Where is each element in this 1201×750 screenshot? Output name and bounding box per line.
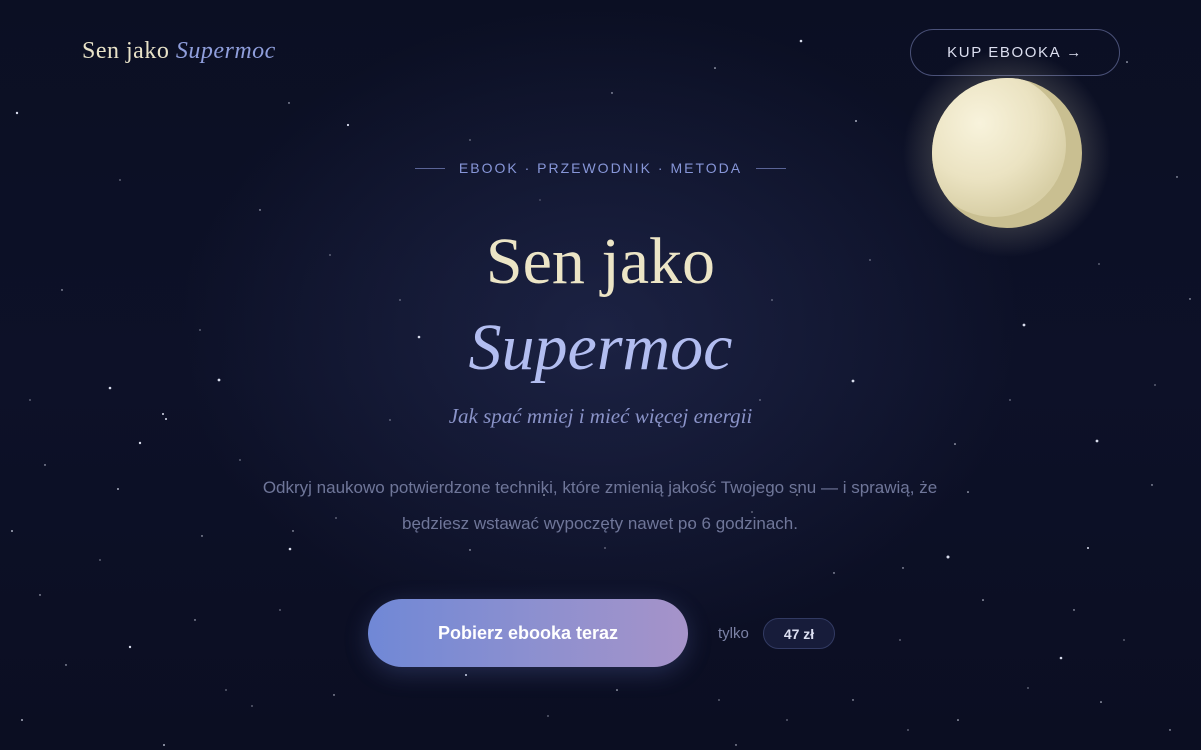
logo-text-main: Sen jako: [82, 38, 170, 64]
hero-description: Odkryj naukowo potwierdzone techniki, kt…: [262, 478, 938, 533]
price-prefix: tylko: [718, 625, 749, 642]
download-ebook-button[interactable]: Pobierz ebooka teraz: [368, 599, 688, 667]
eyebrow-line-left: [414, 167, 445, 169]
eyebrow-text: EBOOK · PRZEWODNIK · METODA: [458, 160, 743, 176]
eyebrow-line-right: [756, 167, 787, 169]
price-badge: 47 zł: [763, 618, 835, 649]
landing-page: Sen jako Supermoc KUP EBOOKA →: [0, 0, 1201, 750]
hero-tagline: Jak spać mniej i mieć więcej energii: [448, 404, 753, 428]
hero-eyebrow: EBOOK · PRZEWODNIK · METODA: [0, 160, 1201, 176]
hero-title-accent: Supermoc: [468, 311, 733, 384]
hero-title-main: Sen jako: [485, 225, 716, 298]
site-logo[interactable]: Sen jako Supermoc: [82, 38, 276, 65]
logo-text-accent: Supermoc: [175, 38, 276, 64]
